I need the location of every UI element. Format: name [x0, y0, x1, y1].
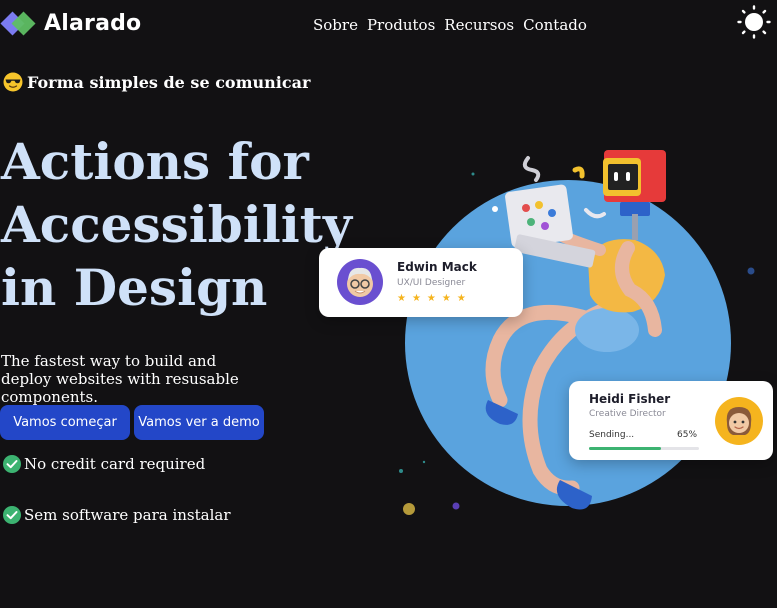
logo-diamond-icon: [0, 10, 36, 36]
nav-link-produtos[interactable]: Produtos: [367, 16, 435, 34]
feature-text: Sem software para instalar: [24, 506, 231, 524]
brand-logo[interactable]: Alarado: [0, 10, 142, 36]
feature-item: Sem software para instalar: [3, 506, 231, 524]
progress-label: Sending...: [589, 430, 635, 440]
star-rating-icon: ★★★★★: [397, 293, 472, 304]
profile-name: Heidi Fisher: [589, 392, 671, 406]
progress-value: 65%: [677, 430, 698, 440]
hero-title-line: Accessibility: [1, 195, 352, 254]
profile-card-edwin: Edwin Mack UX/UI Designer ★★★★★: [319, 248, 523, 317]
nav-link-recursos[interactable]: Recursos: [444, 16, 514, 34]
tagline-text: Forma simples de se comunicar: [27, 72, 311, 92]
profile-role: Creative Director: [589, 409, 666, 419]
profile-role: UX/UI Designer: [397, 278, 466, 288]
hero-subtitle: The fastest way to build and deploy webs…: [1, 352, 239, 406]
sunglasses-emoji-icon: [3, 72, 23, 92]
avatar: [715, 397, 763, 445]
main-nav: Sobre Produtos Recursos Contado: [313, 16, 587, 34]
nav-link-sobre[interactable]: Sobre: [313, 16, 358, 34]
profile-name: Edwin Mack: [397, 260, 477, 274]
hero-title-line: in Design: [1, 258, 268, 317]
tagline: Forma simples de se comunicar: [3, 72, 310, 92]
hero-title: Actions for Accessibility in Design: [1, 130, 352, 319]
check-circle-icon: [3, 506, 21, 524]
start-button[interactable]: Vamos começar: [0, 405, 130, 440]
feature-text: No credit card required: [24, 455, 206, 473]
sun-icon: [737, 5, 771, 39]
feature-item: No credit card required: [3, 455, 205, 473]
progress-bar: [589, 447, 699, 450]
check-circle-icon: [3, 455, 21, 473]
brand-name: Alarado: [44, 11, 142, 36]
nav-link-contado[interactable]: Contado: [523, 16, 587, 34]
demo-button[interactable]: Vamos ver a demo: [134, 405, 264, 440]
avatar: [337, 259, 383, 305]
theme-toggle-button[interactable]: [737, 5, 771, 39]
progress-bar-fill: [589, 447, 661, 450]
hero-title-line: Actions for: [1, 132, 309, 191]
profile-card-heidi: Heidi Fisher Creative Director Sending..…: [569, 381, 773, 460]
